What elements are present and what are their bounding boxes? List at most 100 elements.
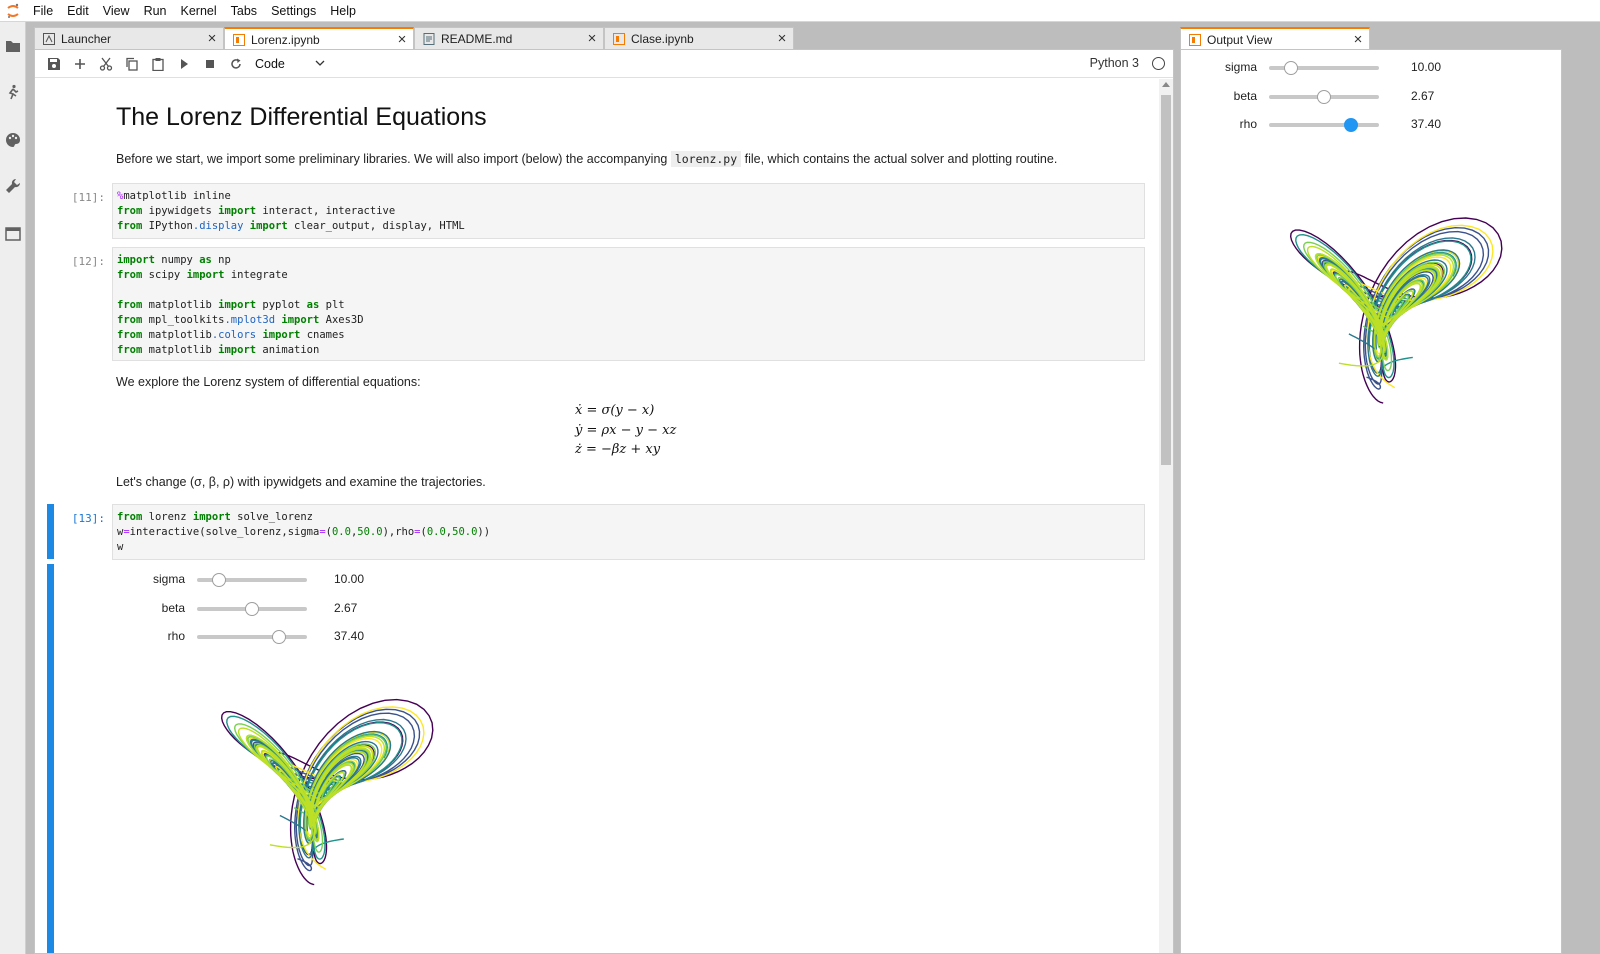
change-text: Let's change (σ, β, ρ) with ipywidgets a… bbox=[116, 475, 486, 489]
cell-prompt: [12]: bbox=[71, 255, 105, 268]
tab-clase[interactable]: Clase.ipynb × bbox=[604, 27, 794, 49]
slider-thumb[interactable] bbox=[1317, 89, 1331, 104]
scroll-up-arrow-icon[interactable] bbox=[1162, 82, 1170, 87]
tab-launcher[interactable]: Launcher × bbox=[34, 27, 224, 49]
markdown-file-icon bbox=[423, 32, 435, 45]
active-cell-bar bbox=[47, 504, 54, 559]
copy-icon[interactable] bbox=[119, 52, 145, 76]
slider-value: 10.00 bbox=[1411, 60, 1442, 74]
equation-y: ẏ = ρx − y − xz bbox=[575, 423, 677, 438]
slider-thumb[interactable] bbox=[1344, 118, 1359, 132]
running-icon[interactable] bbox=[5, 84, 21, 100]
cell-prompt: [13]: bbox=[71, 512, 105, 525]
active-output-bar bbox=[47, 564, 54, 953]
code-cell[interactable]: %matplotlib inline from ipywidgets impor… bbox=[112, 183, 1145, 239]
folder-icon[interactable] bbox=[5, 38, 21, 54]
menu-help[interactable]: Help bbox=[323, 0, 363, 22]
slider-label: sigma bbox=[1224, 60, 1257, 74]
slider-value: 10.00 bbox=[334, 572, 365, 586]
jupyter-logo-icon bbox=[0, 0, 26, 22]
slider-value: 37.40 bbox=[334, 629, 365, 643]
tab-label: README.md bbox=[441, 31, 513, 46]
menu-settings[interactable]: Settings bbox=[264, 0, 323, 22]
output-view-panel: Output View × sigma 10.00 beta 2.67 rho 37.40 bbox=[1180, 27, 1562, 954]
run-icon[interactable] bbox=[171, 52, 197, 76]
close-icon[interactable]: × bbox=[771, 30, 793, 47]
chevron-down-icon bbox=[315, 57, 325, 71]
slider-track[interactable] bbox=[197, 635, 307, 639]
save-icon[interactable] bbox=[41, 52, 67, 76]
slider-value: 2.67 bbox=[334, 600, 358, 615]
close-icon[interactable]: × bbox=[391, 31, 413, 48]
close-icon[interactable]: × bbox=[201, 30, 223, 47]
add-cell-icon[interactable] bbox=[67, 52, 93, 76]
kernel-status-icon bbox=[1152, 57, 1165, 70]
equation-x: ẋ = σ(y − x) bbox=[575, 403, 655, 418]
tab-label: Launcher bbox=[61, 31, 112, 46]
slider-value: 2.67 bbox=[1411, 88, 1435, 103]
tab-label: Clase.ipynb bbox=[631, 31, 694, 46]
left-sidebar bbox=[0, 22, 26, 954]
slider-beta: beta 2.67 bbox=[125, 599, 445, 619]
kernel-name[interactable]: Python 3 bbox=[1090, 56, 1139, 70]
notebook-icon bbox=[1189, 33, 1201, 46]
cell-prompt: [11]: bbox=[71, 191, 105, 204]
tab-label: Lorenz.ipynb bbox=[251, 32, 320, 47]
explore-text: We explore the Lorenz system of differen… bbox=[116, 375, 421, 389]
intro-text: Before we start, we import some prelimin… bbox=[116, 151, 1058, 167]
stop-icon[interactable] bbox=[197, 52, 223, 76]
vertical-scrollbar[interactable] bbox=[1159, 79, 1173, 953]
close-icon[interactable]: × bbox=[581, 30, 603, 47]
slider-label: sigma bbox=[152, 572, 185, 586]
slider-label: rho bbox=[167, 629, 185, 643]
menu-bar: File Edit View Run Kernel Tabs Settings … bbox=[0, 0, 1600, 22]
notebook-cells: The Lorenz Differential Equations Before… bbox=[35, 79, 1173, 953]
slider-beta: beta 2.67 bbox=[1197, 87, 1517, 107]
menu-run[interactable]: Run bbox=[137, 0, 174, 22]
notebook-icon bbox=[613, 32, 625, 45]
cell-type-value: Code bbox=[255, 56, 285, 71]
slider-track[interactable] bbox=[1269, 123, 1379, 127]
notebook-toolbar: Code Python 3 bbox=[35, 50, 1173, 78]
code-cell[interactable]: import numpy as np from scipy import int… bbox=[112, 247, 1145, 361]
slider-rho: rho 37.40 bbox=[125, 627, 445, 647]
lorenz-plot bbox=[220, 698, 434, 886]
palette-icon[interactable] bbox=[5, 132, 21, 148]
paste-icon[interactable] bbox=[145, 52, 171, 76]
wrench-icon[interactable] bbox=[5, 178, 21, 194]
equation-z: ż = −βz + xy bbox=[575, 442, 661, 457]
cell-type-select[interactable]: Code bbox=[255, 54, 325, 74]
menu-view[interactable]: View bbox=[96, 0, 137, 22]
tab-bar: Launcher × Lorenz.ipynb × README.md × Cl… bbox=[34, 27, 1174, 50]
slider-thumb[interactable] bbox=[1284, 61, 1298, 75]
slider-label: beta bbox=[1233, 88, 1257, 103]
tab-readme[interactable]: README.md × bbox=[414, 27, 604, 49]
slider-thumb[interactable] bbox=[272, 630, 287, 644]
notebook-body: Code Python 3 The Lorenz Differential Eq… bbox=[34, 49, 1174, 954]
launcher-icon bbox=[43, 32, 55, 45]
notebook-icon bbox=[233, 33, 245, 46]
slider-label: rho bbox=[1239, 117, 1257, 131]
menu-edit[interactable]: Edit bbox=[60, 0, 96, 22]
output-tab-bar: Output View × bbox=[1180, 27, 1562, 50]
slider-value: 37.40 bbox=[1411, 117, 1442, 131]
notebook-title: The Lorenz Differential Equations bbox=[116, 103, 487, 131]
restart-icon[interactable] bbox=[223, 52, 249, 76]
cut-icon[interactable] bbox=[93, 52, 119, 76]
slider-sigma: sigma 10.00 bbox=[125, 570, 445, 590]
scrollbar-thumb[interactable] bbox=[1161, 95, 1171, 465]
tab-lorenz[interactable]: Lorenz.ipynb × bbox=[224, 27, 414, 50]
tabs-icon[interactable] bbox=[5, 226, 21, 242]
tab-output-view[interactable]: Output View × bbox=[1180, 27, 1370, 50]
close-icon[interactable]: × bbox=[1347, 31, 1369, 48]
slider-thumb[interactable] bbox=[245, 601, 259, 616]
menu-kernel[interactable]: Kernel bbox=[174, 0, 224, 22]
main-dock-area: Launcher × Lorenz.ipynb × README.md × Cl… bbox=[26, 22, 1600, 954]
slider-thumb[interactable] bbox=[212, 573, 226, 587]
menu-file[interactable]: File bbox=[26, 0, 60, 22]
tab-label: Output View bbox=[1207, 32, 1273, 47]
slider-rho: rho 37.40 bbox=[1197, 115, 1517, 135]
code-cell[interactable]: from lorenz import solve_lorenz w=intera… bbox=[112, 504, 1145, 560]
menu-tabs[interactable]: Tabs bbox=[224, 0, 264, 22]
slider-sigma: sigma 10.00 bbox=[1197, 58, 1517, 78]
